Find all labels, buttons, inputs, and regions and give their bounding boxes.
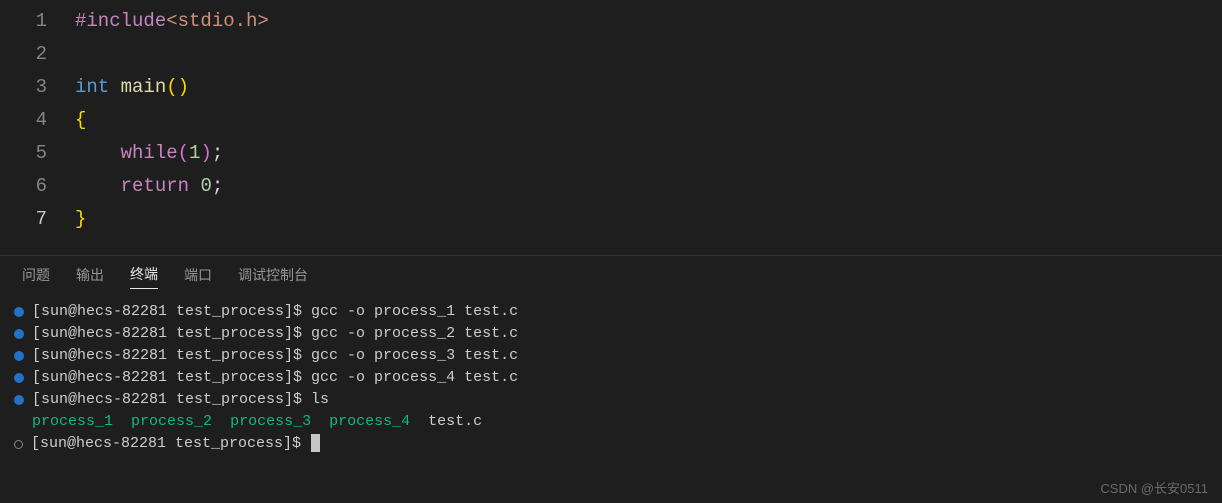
terminal-text: process_1 process_2 process_3 process_4 … [32, 411, 482, 433]
code-line[interactable]: 5 while(1); [0, 136, 1222, 169]
code-line[interactable]: 2 [0, 37, 1222, 70]
code-line[interactable]: 4{ [0, 103, 1222, 136]
code-content[interactable]: return 0; [75, 175, 223, 197]
code-content[interactable]: #include<stdio.h> [75, 10, 269, 32]
code-line[interactable]: 7} [0, 202, 1222, 235]
terminal-text: [sun@hecs-82281 test_process]$ ls [32, 389, 329, 411]
terminal-output[interactable]: [sun@hecs-82281 test_process]$ gcc -o pr… [0, 295, 1222, 461]
panel-tab[interactable]: 端口 [184, 265, 212, 289]
code-line[interactable]: 3int main() [0, 70, 1222, 103]
terminal-text: [sun@hecs-82281 test_process]$ [31, 433, 320, 455]
panel-tab[interactable]: 输出 [76, 265, 104, 289]
terminal-line: [sun@hecs-82281 test_process]$ [14, 433, 1208, 455]
status-bullet-icon [14, 395, 24, 405]
terminal-line: [sun@hecs-82281 test_process]$ gcc -o pr… [14, 323, 1208, 345]
terminal-line: [sun@hecs-82281 test_process]$ ls [14, 389, 1208, 411]
panel-tab[interactable]: 调试控制台 [238, 265, 308, 289]
terminal-text: [sun@hecs-82281 test_process]$ gcc -o pr… [32, 301, 518, 323]
terminal-line: [sun@hecs-82281 test_process]$ gcc -o pr… [14, 301, 1208, 323]
terminal-text: [sun@hecs-82281 test_process]$ gcc -o pr… [32, 367, 518, 389]
code-line[interactable]: 6 return 0; [0, 169, 1222, 202]
status-bullet-icon [14, 373, 24, 383]
line-number: 4 [0, 109, 75, 131]
line-number: 7 [0, 208, 75, 230]
status-bullet-icon [14, 329, 24, 339]
line-number: 2 [0, 43, 75, 65]
status-bullet-icon [14, 351, 24, 361]
status-bullet-icon [14, 417, 24, 427]
terminal-text: [sun@hecs-82281 test_process]$ gcc -o pr… [32, 345, 518, 367]
line-number: 1 [0, 10, 75, 32]
status-bullet-icon [14, 440, 23, 449]
panel-tab[interactable]: 问题 [22, 265, 50, 289]
terminal-line: [sun@hecs-82281 test_process]$ gcc -o pr… [14, 345, 1208, 367]
line-number: 6 [0, 175, 75, 197]
terminal-line: [sun@hecs-82281 test_process]$ gcc -o pr… [14, 367, 1208, 389]
panel-tab[interactable]: 终端 [130, 264, 158, 289]
terminal-line: process_1 process_2 process_3 process_4 … [14, 411, 1208, 433]
panel-area: 问题 输出 终端 端口 调试控制台 [sun@hecs-82281 test_proce… [0, 255, 1222, 461]
line-number: 5 [0, 142, 75, 164]
code-editor[interactable]: 1#include<stdio.h>23int main()4{5 while(… [0, 0, 1222, 255]
line-number: 3 [0, 76, 75, 98]
status-bullet-icon [14, 307, 24, 317]
terminal-text: [sun@hecs-82281 test_process]$ gcc -o pr… [32, 323, 518, 345]
code-content[interactable]: while(1); [75, 142, 223, 164]
panel-tabs: 问题 输出 终端 端口 调试控制台 [0, 256, 1222, 295]
watermark: CSDN @长安0511 [1100, 478, 1208, 497]
terminal-cursor [311, 434, 320, 452]
code-content[interactable]: } [75, 208, 86, 230]
code-line[interactable]: 1#include<stdio.h> [0, 4, 1222, 37]
code-content[interactable]: { [75, 109, 86, 131]
code-content[interactable]: int main() [75, 76, 189, 98]
